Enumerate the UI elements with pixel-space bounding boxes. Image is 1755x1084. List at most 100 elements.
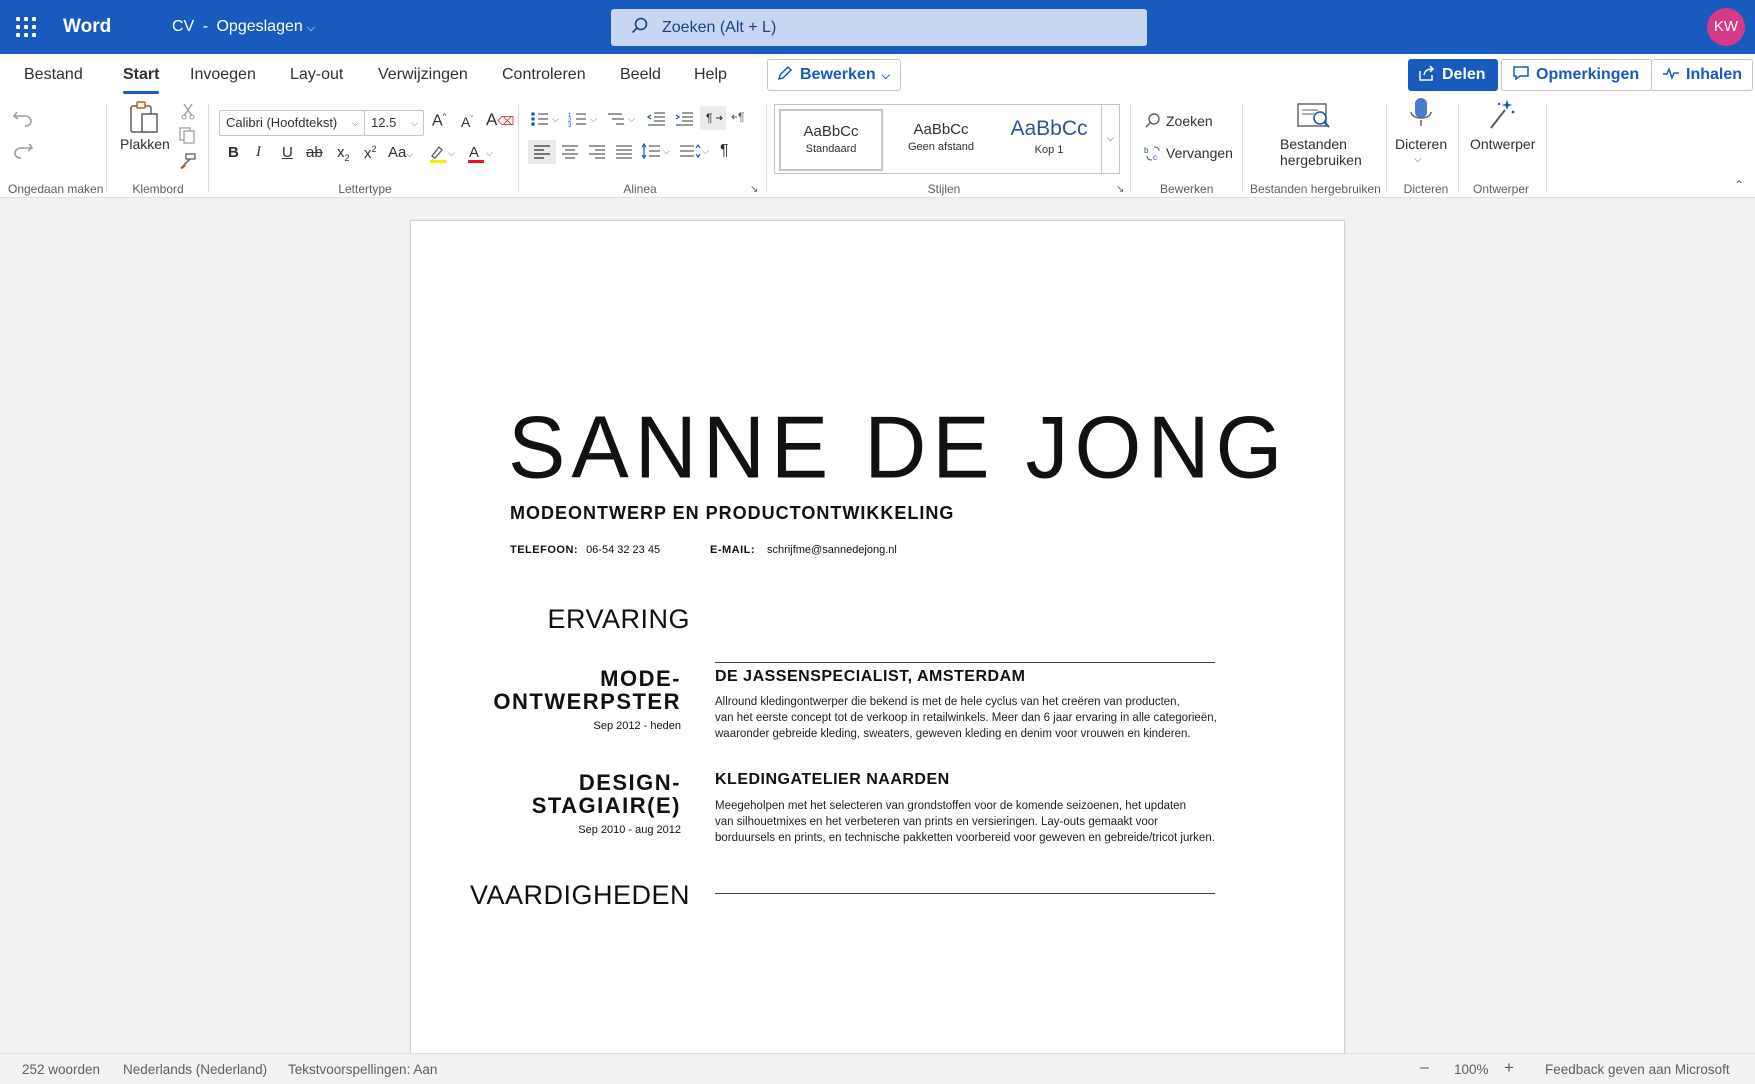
comment-icon [1513,66,1529,81]
style-sample: AaBbCc [1010,117,1088,140]
align-left-icon[interactable] [528,140,556,164]
svg-text:¶: ¶ [738,110,744,124]
change-case-button[interactable]: Aa⌵ [388,144,413,161]
document-name: CV [172,18,195,35]
experience-divider [715,662,1215,663]
tab-controleren[interactable]: Controleren [502,62,586,88]
paragraph-settings-icon[interactable]: ↘ [750,184,758,195]
email-value: schrijfme@sannedejong.nl [767,544,897,556]
redo-icon[interactable] [12,140,34,164]
rtl-text-icon[interactable]: ¶ [730,108,752,130]
zoom-in-icon[interactable]: + [1504,1058,1514,1078]
designer-button[interactable]: Ontwerper [1470,136,1535,152]
clear-formatting-icon[interactable]: A⌫ [486,110,514,130]
increase-indent-icon[interactable] [674,110,694,132]
job-description: Meegeholpen met het selecteren van grond… [715,798,1245,846]
comments-button[interactable]: Opmerkingen [1501,59,1653,91]
multilevel-list-icon[interactable]: ⌵ [606,110,636,132]
document-page[interactable]: SANNE DE JONG MODEONTWERP EN PRODUCTONTW… [410,220,1345,1053]
line-spacing-icon[interactable]: ⌵ [640,142,672,164]
microphone-icon[interactable] [1407,96,1435,136]
style-name: Geen afstand [907,141,975,153]
style-sample: AaBbCc [803,123,859,140]
chevron-down-icon: ⌵ [411,118,418,128]
subscript-icon[interactable]: x2 [337,144,350,163]
search-box[interactable]: Zoeken (Alt + L) [611,9,1147,46]
italic-icon[interactable]: I [256,144,261,161]
user-avatar[interactable]: KW [1707,8,1745,46]
tab-help[interactable]: Help [694,62,727,88]
justify-icon[interactable] [614,144,634,164]
job-description-line: Meegeholpen met het selecteren van grond… [715,800,1186,812]
word-count[interactable]: 252 woorden [22,1062,100,1077]
font-size-dropdown[interactable]: 12.5 ⌵ [364,110,424,136]
numbering-icon[interactable]: 1 2 3 ⌵ [568,110,598,132]
copy-icon[interactable] [178,126,198,148]
language-indicator[interactable]: Nederlands (Nederland) [123,1062,267,1077]
phone-value: 06-54 32 23 45 [586,544,661,556]
tab-bestand[interactable]: Bestand [24,62,83,88]
editing-mode-button[interactable]: Bewerken ⌵ [767,59,901,91]
group-label-reuse: Bestanden hergebruiken [1250,182,1381,196]
styles-settings-icon[interactable]: ↘ [1116,184,1124,195]
styles-more-chevron-icon[interactable]: ⌵ [1101,105,1119,173]
shrink-font-icon[interactable]: Aˇ [461,114,473,130]
text-predictions-status[interactable]: Tekstvoorspellingen: Aan [288,1062,437,1077]
font-name-dropdown[interactable]: Calibri (Hoofdtekst) ⌵ [219,110,365,136]
cut-icon[interactable] [180,102,196,124]
tab-start[interactable]: Start [123,62,160,94]
paragraph-spacing-icon[interactable]: ⌵ [678,142,710,164]
find-button[interactable]: Zoeken [1144,112,1213,130]
grow-font-icon[interactable]: A^ [432,112,446,130]
group-label-designer: Ontwerper [1472,182,1530,196]
document-title[interactable]: CV - Opgeslagen ⌵ [172,18,315,36]
style-standaard[interactable]: AaBbCc Standaard [779,109,883,171]
dictate-button[interactable]: Dicteren [1395,136,1447,152]
bold-icon[interactable]: B [228,144,239,161]
paste-icon[interactable] [127,100,161,140]
tab-verwijzingen[interactable]: Verwijzingen [378,62,468,88]
paste-label[interactable]: Plakken [120,136,170,152]
app-launcher-icon[interactable] [16,17,36,37]
zoom-out-icon[interactable]: – [1420,1059,1429,1077]
svg-text:3: 3 [568,123,572,128]
app-name[interactable]: Word [63,16,111,38]
bullets-icon[interactable]: ⌵ [530,110,560,132]
style-kop-1[interactable]: AaBbCc Kop 1 [997,109,1101,171]
job-role: DESIGN- STAGIAIR(E) [532,771,681,817]
reuse-files-button[interactable]: Bestanden hergebruiken [1280,136,1362,168]
pencil-icon [777,65,793,81]
job-dates: Sep 2012 - heden [593,720,681,732]
designer-wand-icon[interactable] [1487,98,1517,136]
styles-gallery: AaBbCc Standaard AaBbCc Geen afstand AaB… [774,104,1120,174]
feedback-link[interactable]: Feedback geven aan Microsoft [1545,1062,1730,1077]
align-right-icon[interactable] [587,144,607,164]
decrease-indent-icon[interactable] [646,110,666,132]
collapse-ribbon-icon[interactable]: ⌃ [1734,178,1744,192]
document-canvas: SANNE DE JONG MODEONTWERP EN PRODUCTONTW… [0,198,1755,1053]
reuse-files-icon[interactable] [1296,100,1332,136]
align-center-icon[interactable] [560,144,580,164]
comments-label: Opmerkingen [1536,66,1640,83]
undo-icon[interactable] [12,108,34,132]
zoom-level[interactable]: 100% [1454,1062,1489,1077]
underline-icon[interactable]: U [282,144,293,161]
font-color-icon[interactable]: A ⌵ [466,144,494,168]
tab-beeld[interactable]: Beeld [620,62,661,88]
replace-button[interactable]: b c Vervangen [1144,144,1233,162]
chevron-down-icon[interactable]: ⌵ [1414,154,1422,165]
tab-lay-out[interactable]: Lay-out [290,62,343,88]
job-description-line: van silhouetmixes en het verbeteren van … [715,816,1158,828]
share-icon [1419,65,1435,81]
share-button[interactable]: Delen [1408,59,1498,91]
ltr-text-icon[interactable]: ¶ [700,106,726,130]
show-formatting-icon[interactable]: ¶ [720,142,729,160]
superscript-icon[interactable]: x2 [364,144,377,162]
style-geen-afstand[interactable]: AaBbCc Geen afstand [889,109,993,171]
tab-invoegen[interactable]: Invoegen [190,62,256,88]
highlight-color-icon[interactable]: ⌵ [428,144,456,168]
strikethrough-icon[interactable]: ab [306,144,323,161]
catch-up-button[interactable]: Inhalen [1651,59,1754,91]
format-painter-icon[interactable] [178,152,198,174]
document-separator: - [202,18,209,35]
